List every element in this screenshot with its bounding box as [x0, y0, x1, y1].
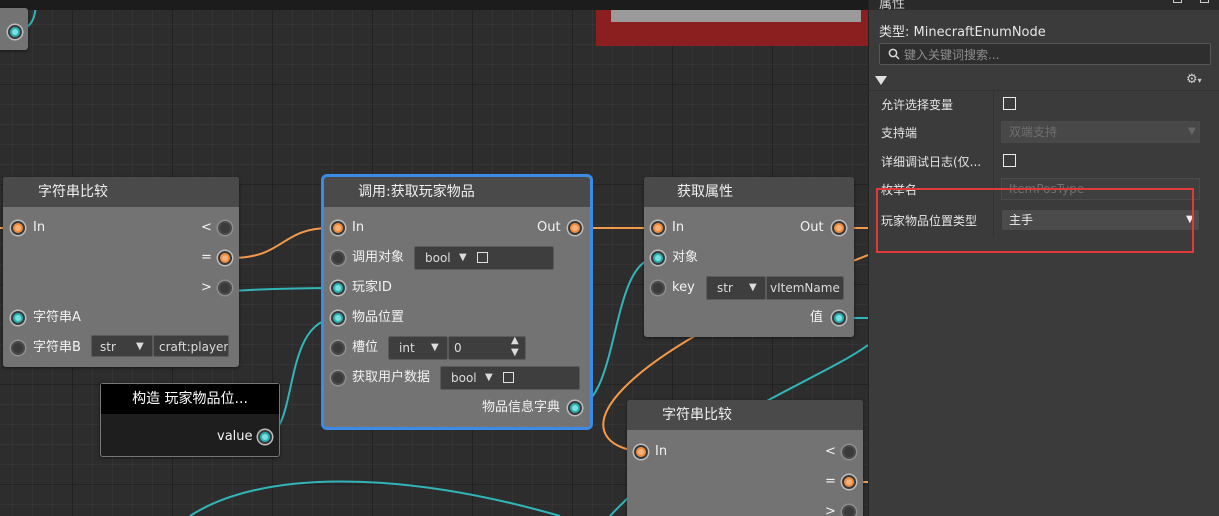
- search-input[interactable]: 键入关键词搜索...: [879, 43, 1211, 65]
- data-pin[interactable]: [8, 25, 22, 39]
- dock-icon[interactable]: [1173, 0, 1182, 3]
- prop-label: 支持端: [881, 126, 918, 140]
- partial-node-top-left[interactable]: [0, 8, 28, 50]
- panel-title-bar: 属性: [869, 0, 1219, 10]
- string-b-value-input[interactable]: craft:player: [153, 335, 229, 357]
- in-label: In: [352, 220, 365, 235]
- dict-pin[interactable]: [568, 401, 582, 415]
- canvas-top-bar: [0, 0, 868, 10]
- item-pos-pin[interactable]: [331, 311, 345, 325]
- lt-label: <: [201, 220, 212, 235]
- debug-log-checkbox[interactable]: [1003, 154, 1016, 167]
- triangle-down-icon[interactable]: [875, 76, 887, 85]
- in-exec-pin[interactable]: [11, 221, 25, 235]
- userdata-type-select[interactable]: bool ▼: [440, 366, 580, 390]
- lt-exec-pin[interactable]: [842, 445, 856, 459]
- prop-label: 详细调试日志(仅...: [881, 155, 982, 169]
- player-id-label: 玩家ID: [352, 280, 392, 295]
- search-icon: [888, 48, 900, 60]
- gt-label: >: [825, 504, 836, 516]
- node-title: 字符串比较: [38, 184, 108, 200]
- value-label: 值: [810, 310, 824, 325]
- key-value-input[interactable]: vItemName: [766, 276, 844, 300]
- partial-node-red-bar: [611, 10, 861, 22]
- target-type-select[interactable]: bool ▼: [414, 246, 554, 270]
- out-label: Out: [537, 220, 561, 235]
- gear-icon[interactable]: ⚙▾: [1186, 72, 1202, 87]
- userdata-pin[interactable]: [331, 371, 345, 385]
- search-placeholder: 键入关键词搜索...: [904, 48, 1000, 62]
- in-exec-pin[interactable]: [331, 221, 345, 235]
- close-icon[interactable]: [1200, 0, 1209, 3]
- gt-label: >: [201, 280, 212, 295]
- key-pin[interactable]: [651, 281, 665, 295]
- slot-pin[interactable]: [331, 341, 345, 355]
- node-get-attribute[interactable]: 获取属性 In Out 对象 key str ▼ vItemName 值: [644, 177, 854, 337]
- string-b-pin[interactable]: [11, 341, 25, 355]
- userdata-label: 获取用户数据: [352, 370, 431, 385]
- value-label: value: [217, 429, 253, 444]
- eq-label: =: [825, 474, 836, 489]
- panel-title: 属性: [879, 0, 906, 10]
- in-exec-pin[interactable]: [634, 445, 648, 459]
- in-label: In: [33, 220, 46, 235]
- userdata-checkbox[interactable]: [503, 372, 514, 383]
- node-title: 获取属性: [677, 184, 733, 200]
- item-pos-label: 物品位置: [352, 310, 405, 325]
- side-select[interactable]: 双端支持 ▼: [1001, 121, 1200, 143]
- target-checkbox[interactable]: [477, 252, 488, 263]
- node-call-get-player-item[interactable]: 调用:获取玩家物品 In Out 调用对象 bool ▼ 玩家ID 物品位置 槽位…: [321, 174, 593, 430]
- out-exec-pin[interactable]: [832, 221, 846, 235]
- node-type-label: 类型: MinecraftEnumNode: [879, 25, 1046, 40]
- lt-label: <: [825, 444, 836, 459]
- in-exec-pin[interactable]: [651, 221, 665, 235]
- lt-exec-pin[interactable]: [218, 221, 232, 235]
- value-pin[interactable]: [258, 430, 272, 444]
- value-pin[interactable]: [832, 311, 846, 325]
- gt-exec-pin[interactable]: [218, 281, 232, 295]
- player-id-pin[interactable]: [331, 281, 345, 295]
- properties-panel: 属性 类型: MinecraftEnumNode 键入关键词搜索... ⚙▾ 允…: [868, 0, 1219, 516]
- node-string-compare-2[interactable]: 字符串比较 In < = >: [627, 400, 863, 516]
- node-construct-item-pos[interactable]: 构造 玩家物品位... value: [100, 383, 280, 457]
- string-b-label: 字符串B: [33, 340, 81, 355]
- key-type-select[interactable]: str ▼: [706, 276, 766, 300]
- eq-exec-pin[interactable]: [218, 251, 232, 265]
- string-b-type-select[interactable]: str ▼: [91, 335, 153, 357]
- prop-label: 允许选择变量: [881, 98, 954, 112]
- target-label: 调用对象: [352, 250, 405, 265]
- data-wire: [189, 480, 561, 516]
- eq-exec-pin[interactable]: [842, 475, 856, 489]
- dict-label: 物品信息字典: [482, 400, 561, 415]
- slot-value-stepper[interactable]: 0 ▲ ▼: [448, 336, 526, 360]
- node-title: 调用:获取玩家物品: [358, 184, 475, 200]
- slot-label: 槽位: [352, 340, 379, 355]
- divider: [869, 90, 1219, 91]
- string-a-pin[interactable]: [11, 311, 25, 325]
- slot-type-select[interactable]: int ▼: [388, 336, 448, 360]
- in-label: In: [672, 220, 685, 235]
- out-label: Out: [800, 220, 824, 235]
- partial-node-red[interactable]: [596, 10, 868, 46]
- highlight-box: [876, 188, 1194, 253]
- object-pin[interactable]: [651, 251, 665, 265]
- node-title: 构造 玩家物品位...: [101, 384, 279, 414]
- out-exec-pin[interactable]: [568, 221, 582, 235]
- object-label: 对象: [672, 250, 699, 265]
- in-label: In: [655, 444, 668, 459]
- target-pin[interactable]: [331, 251, 345, 265]
- node-string-compare-1[interactable]: 字符串比较 In < = > 字符串A 字符串B str ▼ craft:play…: [3, 177, 239, 367]
- node-title: 字符串比较: [662, 407, 732, 423]
- graph-canvas[interactable]: 字符串比较 In < = > 字符串A 字符串B str ▼ craft:play…: [0, 0, 868, 516]
- string-a-label: 字符串A: [33, 310, 81, 325]
- exec-wire: [230, 227, 331, 259]
- key-label: key: [672, 280, 695, 295]
- gt-exec-pin[interactable]: [842, 505, 856, 516]
- allow-var-checkbox[interactable]: [1003, 97, 1016, 110]
- eq-label: =: [201, 250, 212, 265]
